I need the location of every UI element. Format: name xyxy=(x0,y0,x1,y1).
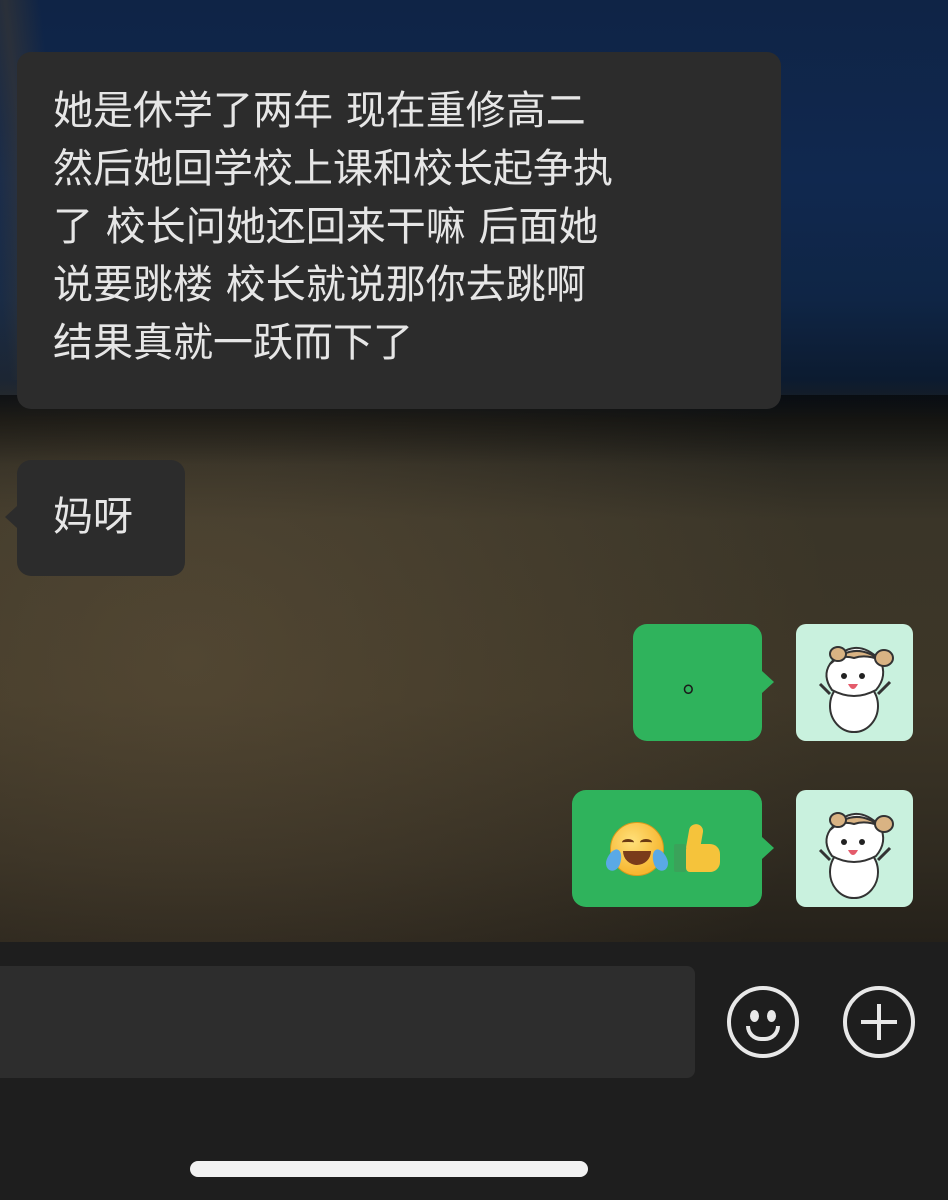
message-text: 妈呀 xyxy=(53,494,133,540)
user-avatar[interactable] xyxy=(796,624,913,741)
bubble-tail xyxy=(762,671,774,693)
outgoing-message-bubble[interactable]: 。 xyxy=(633,624,762,741)
message-text: 。 xyxy=(682,664,713,700)
message-line: 结果真就一跃而下了 xyxy=(53,320,413,366)
message-line: 了 校长问她还回来干嘛 后面她 xyxy=(53,204,599,250)
puppy-sticker-avatar-icon xyxy=(818,812,894,899)
puppy-sticker-avatar-icon xyxy=(818,646,894,733)
outgoing-message-bubble[interactable] xyxy=(572,790,762,907)
home-indicator[interactable] xyxy=(190,1161,588,1177)
message-line: 说要跳楼 校长就说那你去跳啊 xyxy=(53,262,586,308)
message-input[interactable] xyxy=(0,966,695,1078)
thumbs-up-emoji-icon xyxy=(670,822,724,876)
emoji-face-icon[interactable] xyxy=(727,986,799,1058)
laughing-crying-emoji-icon xyxy=(610,821,664,876)
bubble-tail xyxy=(762,837,774,859)
bubble-tail xyxy=(5,506,17,528)
message-line: 她是休学了两年 现在重修高二 xyxy=(53,88,586,134)
user-avatar[interactable] xyxy=(796,790,913,907)
plus-icon[interactable] xyxy=(843,986,915,1058)
message-line: 然后她回学校上课和校长起争执 xyxy=(53,146,613,192)
incoming-message-bubble[interactable]: 妈呀 xyxy=(17,460,185,576)
incoming-message-bubble[interactable]: 她是休学了两年 现在重修高二 然后她回学校上课和校长起争执 了 校长问她还回来干… xyxy=(17,52,781,409)
